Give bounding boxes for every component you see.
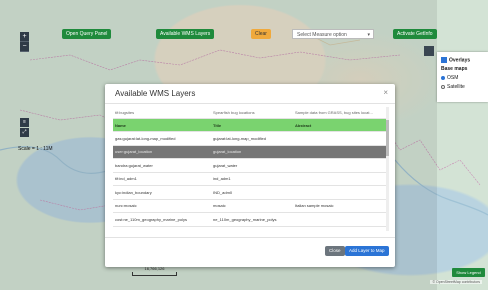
table-cell bbox=[293, 212, 387, 227]
base-maps-label: Base maps bbox=[441, 66, 468, 72]
show-legend-button[interactable]: Show Legend bbox=[452, 268, 485, 277]
table-cell: nurc:mosaic bbox=[113, 199, 211, 213]
open-query-panel-button[interactable]: Open Query Panel bbox=[62, 29, 112, 39]
modal-divider bbox=[105, 103, 395, 104]
map-attribution[interactable]: © OpenStreetMap contributors bbox=[430, 280, 482, 284]
table-row[interactable]: nurc:mosaic mosaic Italian sample mosaic bbox=[113, 199, 387, 213]
table-cell: tif:bugsites bbox=[113, 107, 211, 119]
measure-select-value: Select Measure option bbox=[297, 32, 347, 38]
osm-label: OSM bbox=[447, 75, 459, 81]
zoom-in-button[interactable]: + bbox=[20, 32, 29, 42]
table-row[interactable]: bandra:gujarat_water gujarat_water bbox=[113, 158, 387, 173]
clear-button[interactable]: Clear bbox=[251, 29, 271, 39]
modal-footer-divider bbox=[105, 237, 395, 238]
table-row[interactable]: gas:gujarat:lat-long-map_modified gujarat… bbox=[113, 131, 387, 146]
table-cell: gas:gujarat:lat-long-map_modified bbox=[113, 131, 211, 146]
zoom-control: + − bbox=[20, 32, 29, 52]
overlays-label: Overlays bbox=[449, 57, 471, 64]
checkbox-checked-icon bbox=[441, 57, 447, 63]
close-icon[interactable]: × bbox=[383, 88, 388, 97]
table-cell: user:gujarat_location bbox=[113, 145, 211, 159]
table-row[interactable]: tif:bugsites Spearfish bug locations Sam… bbox=[113, 107, 387, 119]
layers-table: tif:bugsites Spearfish bug locations Sam… bbox=[113, 107, 387, 227]
chevron-down-icon: ▾ bbox=[367, 32, 370, 38]
table-cell bbox=[293, 185, 387, 200]
table-cell: Italian sample mosaic bbox=[293, 199, 387, 213]
table-cell: kyc:indian_boundary bbox=[113, 185, 211, 200]
table-row[interactable]: cost:ne_110m_geography_marine_polys ne_11… bbox=[113, 212, 387, 227]
table-cell: mosaic bbox=[211, 199, 293, 213]
activate-getinfo-button[interactable]: Activate GetInfo bbox=[393, 29, 437, 39]
satellite-label: Satellite bbox=[447, 84, 465, 90]
zoom-out-button[interactable]: − bbox=[20, 42, 29, 52]
table-cell: gujarat_water bbox=[211, 158, 293, 173]
scale-bar: 16,766,126 bbox=[132, 266, 177, 276]
table-cell: IND_adm0 bbox=[211, 185, 293, 200]
layers-table-container[interactable]: tif:bugsites Spearfish bug locations Sam… bbox=[113, 107, 387, 231]
table-cell: Sample data from GRASS, bug sites locat.… bbox=[293, 107, 387, 119]
table-cell: cost:ne_110m_geography_marine_polys bbox=[113, 212, 211, 227]
satellite-radio[interactable]: Satellite bbox=[441, 84, 465, 90]
osm-radio[interactable]: OSM bbox=[441, 75, 458, 81]
table-header-row: Name Title Abstract bbox=[113, 118, 387, 132]
layers-icon[interactable]: ≡ bbox=[20, 118, 29, 127]
radio-unselected-icon bbox=[441, 84, 445, 89]
table-cell: ne_110m_geography_marine_polys bbox=[211, 212, 293, 227]
column-header-abstract[interactable]: Abstract bbox=[293, 118, 387, 132]
layer-switcher-toggle[interactable] bbox=[424, 46, 434, 56]
table-cell: bandra:gujarat_water bbox=[113, 158, 211, 173]
table-row[interactable]: tif:ind_adm1 ind_adm1 bbox=[113, 172, 387, 186]
add-layer-to-map-button[interactable]: Add Layer to Map bbox=[345, 246, 389, 256]
table-scrollbar-thumb[interactable] bbox=[386, 120, 389, 156]
scale-text: Scale = 1 : 11M bbox=[18, 146, 53, 152]
column-header-title[interactable]: Title bbox=[211, 118, 293, 132]
table-cell bbox=[293, 131, 387, 146]
modal-title: Available WMS Layers bbox=[115, 89, 196, 98]
layer-switcher-panel: Overlays Base maps OSM Satellite bbox=[437, 52, 488, 102]
scale-bar-line bbox=[132, 272, 177, 276]
overlays-checkbox[interactable]: Overlays bbox=[441, 57, 470, 63]
table-cell: ind_adm1 bbox=[211, 172, 293, 186]
table-cell: tif:ind_adm1 bbox=[113, 172, 211, 186]
table-cell bbox=[293, 172, 387, 186]
fullscreen-icon[interactable]: ⤢ bbox=[20, 128, 29, 137]
table-row[interactable]: kyc:indian_boundary IND_adm0 bbox=[113, 185, 387, 200]
radio-selected-icon bbox=[441, 75, 445, 80]
wms-layers-modal: Available WMS Layers × tif:bugsites Spea… bbox=[105, 84, 395, 267]
table-cell: Spearfish bug locations bbox=[211, 107, 293, 119]
table-cell: gujarat_location bbox=[211, 145, 293, 159]
available-wms-layers-button[interactable]: Available WMS Layers bbox=[156, 29, 215, 39]
measure-select[interactable]: Select Measure option ▾ bbox=[292, 29, 374, 39]
close-button[interactable]: Close bbox=[325, 246, 345, 256]
base-maps-heading: Base maps bbox=[441, 66, 467, 72]
table-row[interactable]: user:gujarat_location gujarat_location bbox=[113, 145, 387, 159]
column-header-name[interactable]: Name bbox=[113, 118, 211, 132]
table-cell bbox=[293, 145, 387, 159]
table-cell: gujarat:lat-long-map_modified bbox=[211, 131, 293, 146]
table-cell bbox=[293, 158, 387, 173]
